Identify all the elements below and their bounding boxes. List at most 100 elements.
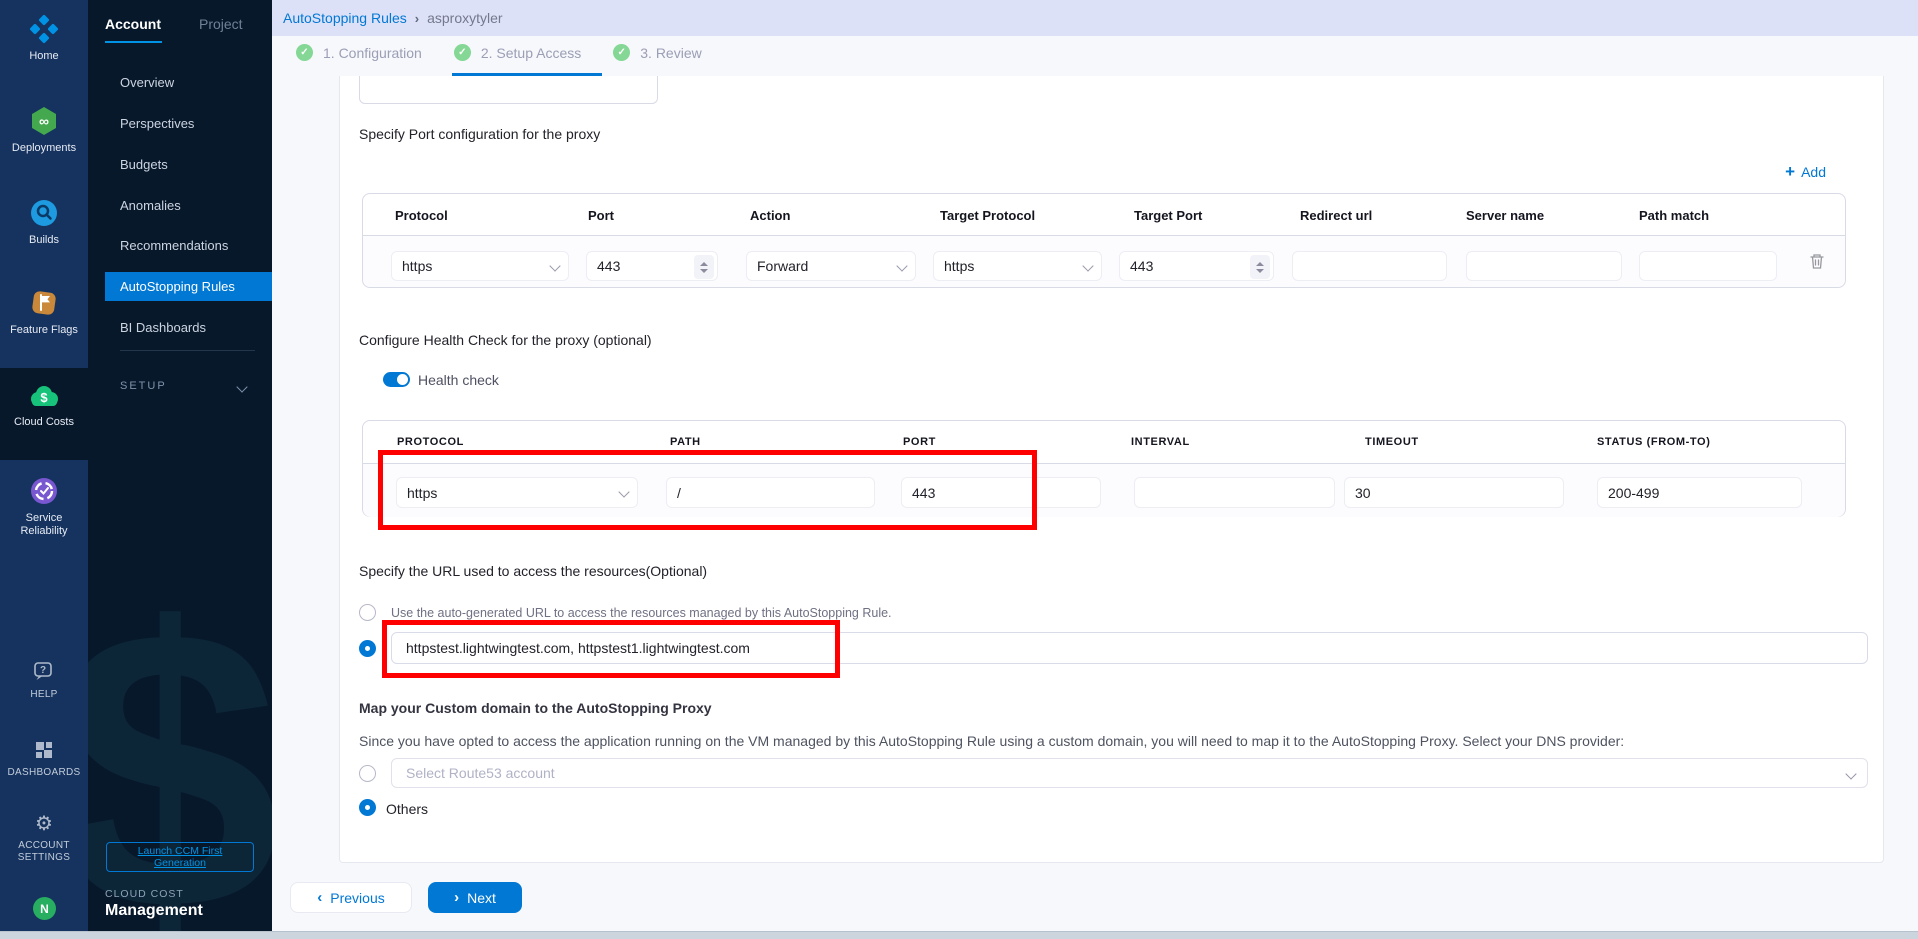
module-label: Feature Flags <box>10 324 78 337</box>
sidebar-item-perspectives[interactable]: Perspectives <box>88 104 272 144</box>
deployments-icon: ∞ <box>29 106 59 136</box>
route53-radio[interactable] <box>359 765 376 782</box>
breadcrumb: AutoStopping Rules › asproxytyler <box>272 0 1918 36</box>
sidebar-utility-help[interactable]: ? HELP <box>0 655 88 711</box>
clipped-field-above[interactable] <box>359 76 658 104</box>
add-port-row-button[interactable]: + Add <box>1785 164 1826 180</box>
step-setup-access[interactable]: ✓ 2. Setup Access <box>454 44 581 61</box>
redirect-url-input[interactable] <box>1292 251 1447 281</box>
auto-generated-url-radio[interactable] <box>359 604 376 621</box>
sidebar-module-home[interactable]: Home <box>0 8 88 90</box>
step-configuration[interactable]: ✓ 1. Configuration <box>296 44 422 61</box>
previous-label: Previous <box>330 890 384 906</box>
auto-generated-url-label[interactable]: Use the auto-generated URL to access the… <box>391 606 892 620</box>
chevron-left-icon: ‹ <box>317 890 322 905</box>
others-radio[interactable] <box>359 799 376 816</box>
step-label: 2. Setup Access <box>481 45 581 61</box>
help-icon: ? <box>32 661 56 683</box>
health-table-row: https <box>363 464 1845 517</box>
sidebar-utility-dashboards[interactable]: DASHBOARDS <box>0 733 88 789</box>
action-value: Forward <box>757 258 808 274</box>
custom-url-input[interactable] <box>391 632 1868 664</box>
next-label: Next <box>467 890 496 906</box>
sidebar-module-cloud-costs[interactable]: $ Cloud Costs <box>0 368 88 460</box>
user-avatar[interactable]: N <box>33 897 56 920</box>
tab-project[interactable]: Project <box>199 16 243 32</box>
setup-access-panel: Specify Port configuration for the proxy… <box>339 76 1884 863</box>
step-label: 3. Review <box>640 45 701 61</box>
hc-path-input[interactable] <box>666 477 875 508</box>
chevron-down-icon <box>1082 260 1093 271</box>
target-port-stepper[interactable]: 443 <box>1119 251 1274 281</box>
svg-text:$: $ <box>40 390 48 405</box>
server-name-input[interactable] <box>1466 251 1622 281</box>
settings-gear-icon: ⚙ <box>35 814 53 834</box>
sidebar-item-budgets[interactable]: Budgets <box>88 145 272 185</box>
tab-account[interactable]: Account <box>105 16 161 32</box>
col-status: STATUS (FROM-TO) <box>1597 436 1710 448</box>
cloud-costs-icon: $ <box>28 384 60 410</box>
module-title: Management <box>105 902 203 920</box>
module-eyebrow: CLOUD COST <box>105 888 184 900</box>
check-circle-icon: ✓ <box>296 44 313 61</box>
health-check-heading: Configure Health Check for the proxy (op… <box>359 332 652 348</box>
sidebar-divider <box>120 350 255 351</box>
sidebar-item-recommendations[interactable]: Recommendations <box>88 226 272 266</box>
hc-timeout-input[interactable] <box>1344 477 1564 508</box>
sidebar-module-feature-flags[interactable]: Feature Flags <box>0 282 88 366</box>
protocol-value: https <box>402 258 432 274</box>
chevron-down-icon <box>549 260 560 271</box>
sidebar-module-service-reliability[interactable]: Service Reliability <box>0 470 88 562</box>
col-redirect-url: Redirect url <box>1300 208 1372 223</box>
action-select[interactable]: Forward <box>746 251 916 281</box>
sidebar-utility-account-settings[interactable]: ⚙ ACCOUNT SETTINGS <box>0 808 88 872</box>
wizard-steps: ✓ 1. Configuration ✓ 2. Setup Access ✓ 3… <box>296 44 702 61</box>
delete-row-trash-icon[interactable] <box>1809 252 1825 270</box>
chevron-down-icon[interactable] <box>236 381 247 392</box>
target-protocol-select[interactable]: https <box>933 251 1102 281</box>
hc-interval-input[interactable] <box>1134 477 1335 508</box>
primary-sidebar: Home ∞ Deployments Builds Feature Fl <box>0 0 88 939</box>
add-label: Add <box>1801 164 1826 180</box>
step-review[interactable]: ✓ 3. Review <box>613 44 701 61</box>
port-stepper[interactable]: 443 <box>586 251 718 281</box>
sidebar-module-builds[interactable]: Builds <box>0 192 88 274</box>
sidebar-item-bi-dashboards[interactable]: BI Dashboards <box>88 308 272 348</box>
app-window: Home ∞ Deployments Builds Feature Fl <box>0 0 1918 939</box>
chevron-down-icon <box>1845 768 1856 779</box>
check-circle-icon: ✓ <box>613 44 630 61</box>
others-label[interactable]: Others <box>386 801 428 817</box>
port-table-row: https 443 Forward https 443 <box>363 236 1845 287</box>
launch-ccm-first-gen-button[interactable]: Launch CCM First Generation <box>106 842 254 872</box>
protocol-select[interactable]: https <box>391 251 569 281</box>
sidebar-setup-group[interactable]: SETUP <box>120 380 167 392</box>
sidebar-item-overview[interactable]: Overview <box>88 63 272 103</box>
horizontal-scrollbar[interactable] <box>0 931 1918 939</box>
sidebar-item-autostopping-rules[interactable]: AutoStopping Rules <box>105 272 272 301</box>
sidebar-module-deployments[interactable]: ∞ Deployments <box>0 100 88 182</box>
utility-label: DASHBOARDS <box>7 767 80 779</box>
sidebar-item-anomalies[interactable]: Anomalies <box>88 186 272 226</box>
tab-account-underline <box>105 41 162 43</box>
next-button[interactable]: › Next <box>428 882 522 913</box>
health-table-header: PROTOCOL PATH PORT INTERVAL TIMEOUT STAT… <box>363 421 1845 464</box>
breadcrumb-parent-link[interactable]: AutoStopping Rules <box>283 10 407 26</box>
health-check-toggle[interactable] <box>383 372 410 387</box>
hc-status-input[interactable] <box>1597 477 1802 508</box>
breadcrumb-current: asproxytyler <box>427 10 502 26</box>
hc-port-input[interactable] <box>901 477 1101 508</box>
route53-placeholder: Select Route53 account <box>406 765 555 781</box>
path-match-input[interactable] <box>1639 251 1777 281</box>
route53-account-select[interactable]: Select Route53 account <box>391 758 1868 788</box>
col-protocol: Protocol <box>395 208 448 223</box>
service-reliability-icon <box>29 476 59 506</box>
harness-home-icon <box>29 14 59 44</box>
custom-url-radio[interactable] <box>359 640 376 657</box>
custom-domain-description: Since you have opted to access the appli… <box>359 733 1859 749</box>
chevron-down-icon <box>896 260 907 271</box>
number-spinner-icon[interactable] <box>694 255 714 279</box>
number-spinner-icon[interactable] <box>1250 255 1270 279</box>
hc-protocol-select[interactable]: https <box>396 477 638 508</box>
port-config-table: Protocol Port Action Target Protocol Tar… <box>362 193 1846 288</box>
previous-button[interactable]: ‹ Previous <box>290 882 412 913</box>
